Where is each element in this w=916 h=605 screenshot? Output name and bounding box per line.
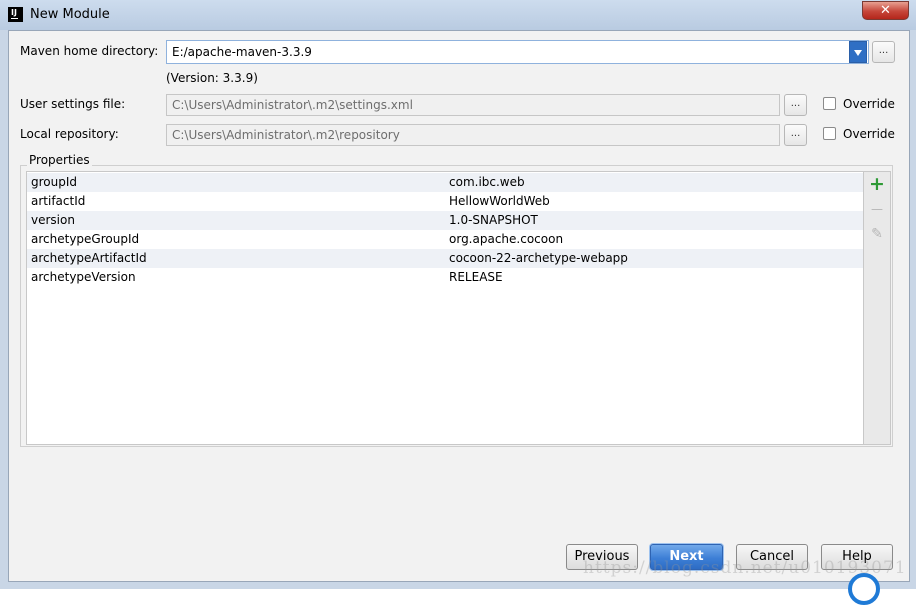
property-value: 1.0-SNAPSHOT [449,213,538,227]
window-title: New Module [30,7,110,22]
property-name: version [31,213,75,227]
property-name: groupId [31,175,78,189]
properties-table[interactable]: groupId com.ibc.web artifactId HellowWor… [26,171,864,445]
user-settings-field[interactable]: C:\Users\Administrator\.m2\settings.xml [166,94,780,116]
property-value: com.ibc.web [449,175,525,189]
properties-title: Properties [27,153,92,167]
property-value: cocoon-22-archetype-webapp [449,251,628,265]
property-value: org.apache.cocoon [449,232,564,246]
property-name: archetypeGroupId [31,232,140,246]
chevron-down-icon[interactable] [849,41,867,63]
local-repository-field[interactable]: C:\Users\Administrator\.m2\repository [166,124,780,146]
property-value: HellowWorldWeb [449,194,550,208]
add-property-icon[interactable]: + [868,175,886,194]
intellij-app-icon: IJ [8,7,23,22]
local-repository-override-label[interactable]: Override [843,127,895,141]
maven-home-label: Maven home directory: [20,44,159,58]
table-row[interactable]: version 1.0-SNAPSHOT [27,211,863,230]
new-module-dialog: IJ New Module ✕ Maven home directory: E:… [0,0,916,605]
watermark-logo-icon [848,573,880,605]
table-row[interactable]: archetypeGroupId org.apache.cocoon [27,230,863,249]
local-repository-label: Local repository: [20,127,119,141]
table-row[interactable]: groupId com.ibc.web [27,173,863,192]
property-name: archetypeArtifactId [31,251,147,265]
close-button[interactable]: ✕ [862,1,909,20]
user-settings-override-checkbox[interactable] [823,97,836,110]
remove-property-icon[interactable]: — [868,200,886,218]
table-row[interactable]: archetypeVersion RELEASE [27,268,863,287]
properties-toolbar: + — ✎ [864,171,891,445]
maven-home-combo[interactable]: E:/apache-maven-3.3.9 [166,40,869,64]
property-name: archetypeVersion [31,270,136,284]
table-row[interactable]: archetypeArtifactId cocoon-22-archetype-… [27,249,863,268]
edit-property-icon[interactable]: ✎ [868,225,886,243]
user-settings-label: User settings file: [20,97,126,111]
property-name: artifactId [31,194,86,208]
property-value: RELEASE [449,270,503,284]
maven-version-note: (Version: 3.3.9) [166,71,258,85]
title-bar: IJ New Module ✕ [0,0,916,30]
table-row[interactable]: artifactId HellowWorldWeb [27,192,863,211]
user-settings-browse-button[interactable]: ... [784,94,807,116]
local-repository-browse-button[interactable]: ... [784,124,807,146]
local-repository-override-checkbox[interactable] [823,127,836,140]
maven-home-browse-button[interactable]: ... [872,41,895,63]
user-settings-override-label[interactable]: Override [843,97,895,111]
